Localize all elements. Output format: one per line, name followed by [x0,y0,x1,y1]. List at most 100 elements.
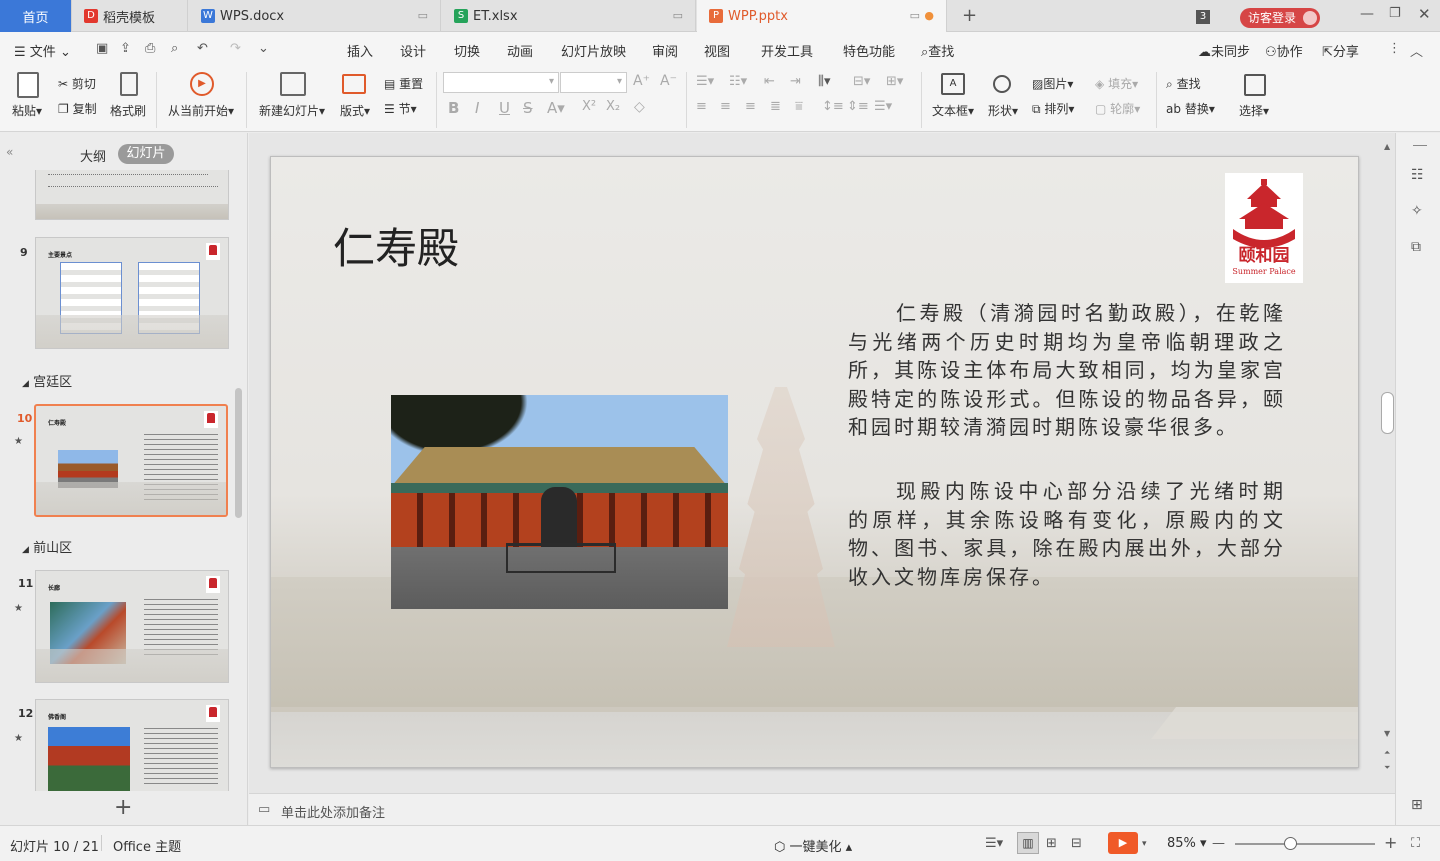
undo-icon[interactable]: ↶ [197,41,208,56]
file-menu[interactable]: ☰ 文件 ⌄ [14,41,71,60]
slide-thumbnail-10[interactable]: 仁寿殿 [34,404,228,517]
transition-pane-icon[interactable]: ⧉ [1411,239,1421,255]
notes-placeholder[interactable]: 单击此处添加备注 [281,802,385,821]
font-color-icon[interactable]: A▾ [547,99,565,117]
properties-icon[interactable]: ☷ [1411,167,1424,183]
redo-icon[interactable]: ↷ [230,41,241,56]
quick-access-more-icon[interactable]: ⌄ [258,41,269,56]
collaborate-button[interactable]: ⚇协作 [1265,41,1303,60]
guest-login-button[interactable]: 访客登录 [1240,8,1320,28]
picture-button[interactable]: ▨图片▾ [1032,75,1073,92]
font-size-select[interactable]: ▾ [560,72,627,93]
more-icon[interactable]: ⋮ [1388,41,1401,56]
slide-thumbnail-11[interactable]: 长廊 [35,570,229,683]
grow-font-icon[interactable]: A⁺ [633,73,650,89]
paragraph-spacing-icon[interactable]: ⇕≡ [847,99,869,114]
arrange-button[interactable]: ⧉ 排列▾ [1032,100,1074,117]
next-slide-icon[interactable]: ⏷ [1384,763,1390,773]
select-icon[interactable] [1244,74,1266,96]
text-direction-icon[interactable]: ⫼▾ [818,74,831,89]
tab-view[interactable]: 视图 [704,41,730,60]
line-spacing-icon[interactable]: ↕≡ [822,99,844,114]
scroll-up-icon[interactable]: ▲ [1384,142,1390,151]
print-icon[interactable]: ⎙ [145,41,155,56]
slide-body-paragraph-1[interactable]: 仁寿殿（清漪园时名勤政殿），在乾隆与光绪两个历史时期均为皇帝临朝理政之所，其陈设… [848,299,1286,442]
format-painter-icon[interactable] [120,72,138,96]
zoom-in-icon[interactable]: + [1384,833,1397,852]
save-icon[interactable]: ▣ [96,41,108,56]
textbox-icon[interactable]: A [941,73,965,95]
one-click-beautify-button[interactable]: ⬡ 一键美化 ▴ [774,836,852,855]
underline-icon[interactable]: U [499,99,510,117]
zoom-out-icon[interactable]: — [1212,836,1225,851]
notes-pane[interactable]: ▭ 单击此处添加备注 [249,793,1395,825]
align-right-icon[interactable]: ≡ [745,99,756,114]
increase-indent-icon[interactable]: ⇥ [790,74,801,89]
copy-button[interactable]: ❐ 复制 [58,100,97,117]
new-slide-icon[interactable] [280,72,306,96]
tab-et-xlsx[interactable]: S ET.xlsx ▭ [442,0,696,32]
tab-transitions[interactable]: 切换 [454,41,480,60]
collapse-ribbon-icon[interactable]: ︿ [1410,41,1423,60]
export-icon[interactable]: ⇪ [120,41,131,56]
chevron-down-icon[interactable]: ▾ [1142,839,1147,849]
slide-thumbnail-9[interactable]: 主要景点 [35,237,229,349]
cut-button[interactable]: ✂ 剪切 [58,75,96,92]
zoom-slider-track[interactable] [1235,843,1375,845]
decrease-indent-icon[interactable]: ⇤ [764,74,775,89]
new-tab-plus-icon[interactable]: + [962,5,977,26]
select-button[interactable]: 选择▾ [1239,102,1269,119]
sync-status[interactable]: ☁未同步 [1198,41,1250,60]
justify-icon[interactable]: ≣ [770,99,781,114]
format-painter-button[interactable]: 格式刷 [110,102,146,119]
find-button[interactable]: ⌕ 查找 [1166,75,1201,92]
zoom-slider-thumb[interactable] [1284,837,1298,850]
tab-design[interactable]: 设计 [400,41,426,60]
align-center-icon[interactable]: ≡ [720,99,731,114]
close-icon[interactable]: ✕ [1418,5,1431,23]
grid-view-icon[interactable]: ⊞ [1411,797,1423,813]
play-icon[interactable]: ▶ [190,72,214,96]
bullet-list-icon[interactable]: ☰▾ [696,74,714,89]
restore-icon[interactable]: ❐ [1389,6,1401,21]
fit-window-icon[interactable]: ⛶ [1411,836,1420,851]
slides-tab[interactable]: 幻灯片 [118,144,174,164]
new-slide-button[interactable]: 新建幻灯片▾ [259,102,325,119]
slide-body-paragraph-2[interactable]: 现殿内陈设中心部分沿续了光绪时期的原样，其余陈设略有变化，原殿内的文物、图书、家… [848,477,1286,591]
renshou-hall-photo[interactable] [391,395,728,609]
slide-title[interactable]: 仁寿殿 [333,215,459,276]
replace-button[interactable]: ab 替换▾ [1166,100,1215,117]
bold-icon[interactable]: B [448,99,459,117]
tab-slideshow[interactable]: 幻灯片放映 [561,41,626,60]
tab-wps-docx[interactable]: W WPS.docx ▭ [189,0,441,32]
tab-developer-tools[interactable]: 开发工具 [761,41,813,60]
window-count-badge[interactable]: 3 [1196,10,1210,24]
animation-pane-icon[interactable]: ✧ [1411,203,1423,219]
thumbnail-scrollbar[interactable] [235,388,242,518]
distribute-icon[interactable]: ⩸ [795,99,803,114]
editor-scrollbar-thumb[interactable] [1381,392,1394,434]
shape-button[interactable]: 形状▾ [988,102,1018,119]
layout-button[interactable]: 版式▾ [340,102,370,119]
align-left-icon[interactable]: ≡ [696,99,707,114]
tab-special-features[interactable]: 特色功能 [843,41,895,60]
columns-icon[interactable]: ⊟▾ [853,74,870,89]
collapse-panel-icon[interactable]: « [6,145,13,159]
tab-home[interactable]: 首页 [0,0,72,32]
paragraph-settings-icon[interactable]: ☰▾ [874,99,892,114]
minimize-icon[interactable]: — [1360,6,1374,22]
outline-tab[interactable]: 大纲 [80,146,106,165]
fill-button[interactable]: ◈ 填充▾ [1095,75,1138,92]
monitor-icon[interactable]: ▭ [673,9,683,22]
search-command[interactable]: ⌕查找 [921,41,954,60]
print-preview-icon[interactable]: ⌕ [171,41,178,56]
theme-name-status[interactable]: Office 主题 [113,836,181,855]
section-header-front-hill[interactable]: ◢ 前山区 [22,537,72,556]
strikethrough-icon[interactable]: S [523,99,533,117]
normal-view-icon[interactable]: ▥ [1017,832,1039,854]
from-current-slide-button[interactable]: 从当前开始▾ [168,102,234,119]
outline-button[interactable]: ▢ 轮廓▾ [1095,100,1140,117]
font-family-select[interactable]: ▾ [443,72,559,93]
scroll-down-icon[interactable]: ▼ [1384,729,1390,738]
reading-view-icon[interactable]: ⊟ [1071,836,1082,851]
